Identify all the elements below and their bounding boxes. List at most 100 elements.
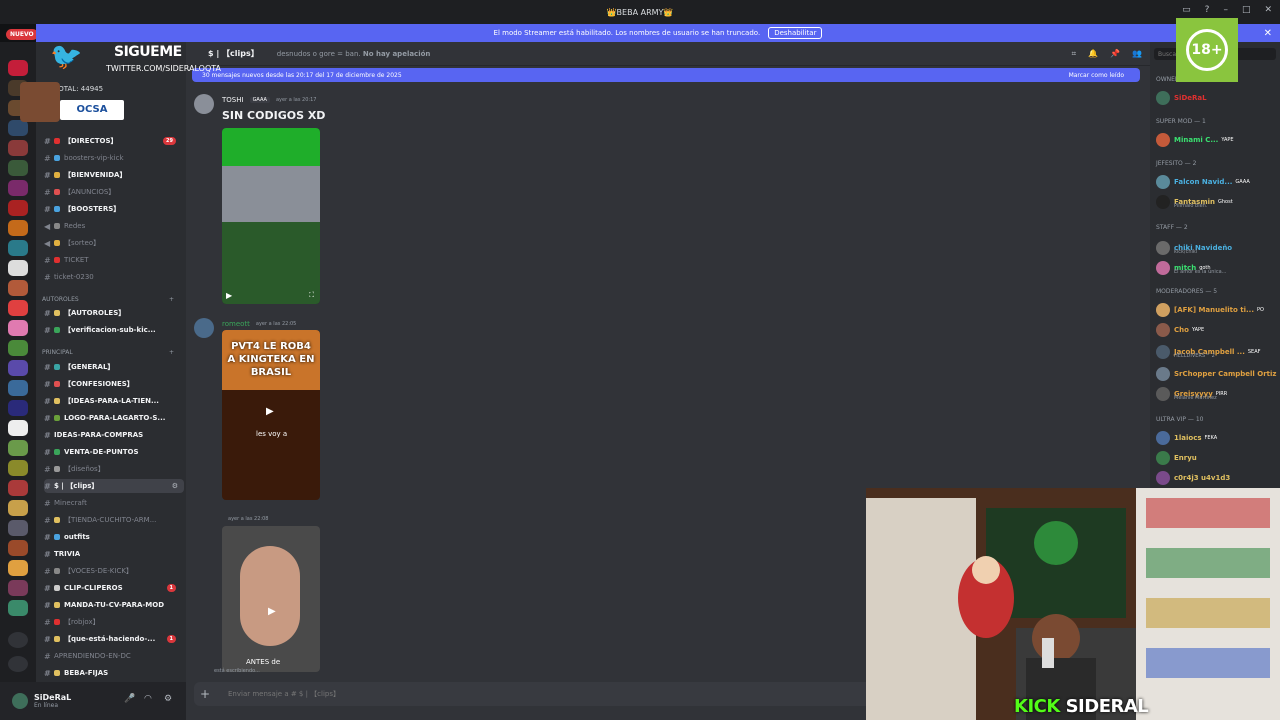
channel-item[interactable]: # 【CONFESIONES】 — [44, 377, 184, 391]
channel-item[interactable]: # 【BOOSTERS】 — [44, 202, 184, 216]
channel-item[interactable]: # 【que-está-haciendo-... 1 — [44, 632, 184, 646]
member-item[interactable]: mitch goth El amor es la única... — [1156, 258, 1280, 278]
server-icon[interactable] — [8, 300, 28, 316]
discover-icon[interactable] — [8, 656, 28, 672]
channel-item[interactable]: # 【verificacion-sub-kic... — [44, 323, 184, 337]
server-icon[interactable] — [8, 180, 28, 196]
channel-item[interactable]: # VENTA-DE-PUNTOS — [44, 445, 184, 459]
server-icon[interactable] — [8, 120, 28, 136]
server-icon[interactable] — [8, 360, 28, 376]
member-item[interactable]: Jacob Campbell ... SEAF HELLDIVERS™ 2 — [1156, 342, 1280, 362]
channel-item[interactable]: # 【TIENDA-CUCHITO-ARM... — [44, 513, 184, 527]
inbox-icon[interactable]: ▭ — [1182, 5, 1191, 15]
gear-icon[interactable]: ⚙ — [164, 694, 172, 704]
minimize-icon[interactable]: – — [1223, 5, 1228, 15]
channel-item[interactable]: # 【diseños】 — [44, 462, 184, 476]
member-item[interactable]: chiki Navideño kick/chiki — [1156, 238, 1280, 258]
channel-item[interactable]: # APRENDIENDO-EN-DC — [44, 649, 184, 663]
message-author[interactable]: TOSHI — [222, 96, 244, 104]
member-item[interactable]: Cho YAPE — [1156, 322, 1280, 338]
member-item[interactable]: Enryu — [1156, 450, 1280, 466]
server-icon[interactable] — [8, 340, 28, 356]
channel-item[interactable]: # ticket-0230 — [44, 270, 184, 284]
channel-item[interactable]: # 【IDEAS-PARA-LA-TIEN... — [44, 394, 184, 408]
channel-item-active[interactable]: # $ | 【clips】 ⚙ — [44, 479, 184, 493]
channel-item[interactable]: # 【GENERAL】 — [44, 360, 184, 374]
server-icon[interactable] — [8, 580, 28, 596]
channel-item[interactable]: # 【BIENVENIDA】 — [44, 168, 184, 182]
category-autoroles[interactable]: AUTOROLES + — [42, 293, 182, 305]
channel-item[interactable]: # CLIP-CLIPEROS 1 — [44, 581, 184, 595]
member-item[interactable]: 1laiocs FEKA — [1156, 430, 1280, 446]
avatar[interactable] — [194, 318, 214, 338]
channel-item[interactable]: # boosters-vip-kick — [44, 151, 184, 165]
server-icon[interactable] — [8, 520, 28, 536]
microphone-icon[interactable]: 🎤 — [124, 694, 135, 704]
threads-icon[interactable]: ⌗ — [1072, 49, 1077, 59]
server-icon[interactable] — [8, 560, 28, 576]
video-embed[interactable]: ▶ ⛶ — [222, 128, 320, 304]
channel-item[interactable]: # BEBA-FIJAS — [44, 666, 184, 680]
channel-item[interactable]: # Minecraft — [44, 496, 184, 510]
help-icon[interactable]: ? — [1205, 5, 1210, 15]
play-icon[interactable]: ▶ — [266, 406, 274, 417]
close-icon[interactable]: ✕ — [1264, 28, 1272, 39]
member-item[interactable]: Greisyyyy PIRR Melanie Martinez — [1156, 384, 1280, 404]
server-icon[interactable] — [8, 320, 28, 336]
channel-item[interactable]: # 【ANUNCIOS】 — [44, 185, 184, 199]
server-icon[interactable] — [8, 280, 28, 296]
server-icon[interactable] — [8, 600, 28, 616]
server-icon[interactable] — [8, 160, 28, 176]
server-icon[interactable] — [8, 240, 28, 256]
video-embed[interactable]: PVT4 LE ROB4 A KINGTEKA EN BRASIL les vo… — [222, 330, 320, 500]
member-item[interactable]: Falcon Navid... GAAA — [1156, 174, 1280, 190]
channel-item[interactable]: # LOGO-PARA-LAGARTO-S... — [44, 411, 184, 425]
add-channel-icon[interactable]: + — [169, 296, 174, 303]
channel-item[interactable]: # 【VOCES-DE-KICK】 — [44, 564, 184, 578]
add-channel-icon[interactable]: + — [169, 349, 174, 356]
settings-icon[interactable]: ⚙ — [172, 482, 178, 490]
channel-item[interactable]: # MANDA-TU-CV-PARA-MOD — [44, 598, 184, 612]
server-icon[interactable] — [8, 420, 28, 436]
play-icon[interactable]: ▶ — [226, 291, 232, 300]
channel-item[interactable]: # TICKET — [44, 253, 184, 267]
bell-icon[interactable]: 🔔 — [1088, 49, 1098, 59]
server-icon[interactable] — [8, 400, 28, 416]
server-icon[interactable] — [8, 140, 28, 156]
server-icon[interactable] — [8, 60, 28, 76]
avatar[interactable] — [194, 94, 214, 114]
channel-item[interactable]: # 【AUTOROLES】 — [44, 306, 184, 320]
maximize-icon[interactable]: □ — [1242, 5, 1251, 15]
server-icon[interactable] — [8, 440, 28, 456]
server-icon[interactable] — [8, 220, 28, 236]
member-item[interactable]: SrChopper Campbell Ortiz — [1156, 366, 1280, 382]
members-icon[interactable]: 👥 — [1132, 49, 1142, 59]
member-item[interactable]: Minami C... YAPE — [1156, 132, 1280, 148]
member-item[interactable]: SiDeRaL — [1156, 90, 1280, 106]
server-icon[interactable] — [8, 200, 28, 216]
server-icon[interactable] — [8, 380, 28, 396]
server-icon[interactable] — [8, 260, 28, 276]
mark-as-read-button[interactable]: Marcar como leído — [1069, 72, 1124, 79]
avatar[interactable] — [12, 693, 28, 709]
channel-item[interactable]: # TRIVIA — [44, 547, 184, 561]
server-icon[interactable] — [8, 500, 28, 516]
channel-item[interactable]: ◀ 【sorteo】 — [44, 236, 184, 250]
disable-streamer-button[interactable]: Deshabilitar — [768, 27, 823, 39]
headphones-icon[interactable]: ◠ — [144, 694, 152, 704]
channel-item[interactable]: # 【DIRECTOS】 29 — [44, 134, 184, 148]
channel-item[interactable]: # outfits — [44, 530, 184, 544]
play-icon[interactable]: ▶ — [268, 606, 276, 617]
new-messages-bar[interactable]: 30 mensajes nuevos desde las 20:17 del 1… — [192, 68, 1140, 82]
add-server-icon[interactable] — [8, 632, 28, 648]
channel-item[interactable]: # IDEAS-PARA-COMPRAS — [44, 428, 184, 442]
member-item[interactable]: Fantasmin Ghost Pilimalo bien. — [1156, 192, 1280, 212]
video-embed[interactable]: ▶ ANTES de — [222, 526, 320, 672]
message-input[interactable] — [228, 690, 528, 698]
pin-icon[interactable]: 📌 — [1110, 49, 1120, 59]
close-window-icon[interactable]: ✕ — [1264, 5, 1272, 15]
message-author[interactable]: romeott — [222, 320, 250, 328]
category-principal[interactable]: PRINCIPAL + — [42, 346, 182, 358]
channel-item[interactable]: # 【robjox】 — [44, 615, 184, 629]
server-icon[interactable] — [8, 460, 28, 476]
